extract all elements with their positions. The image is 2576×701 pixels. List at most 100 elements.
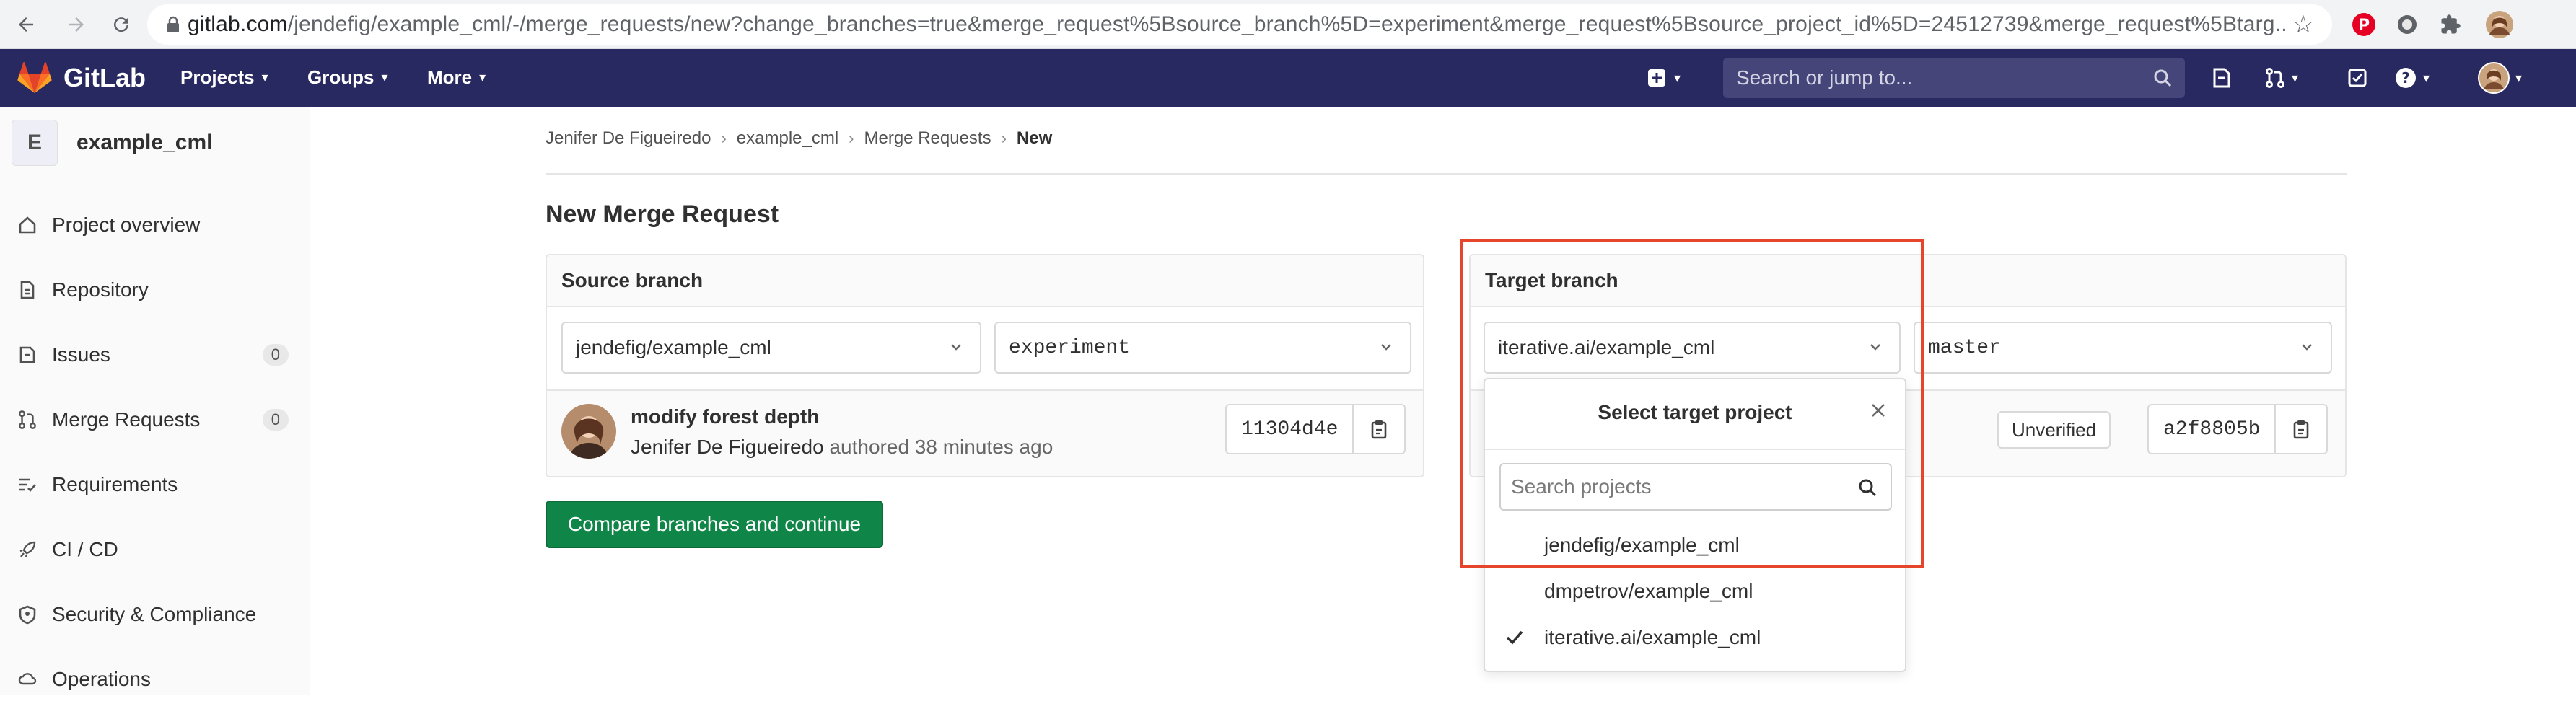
document-icon (16, 278, 39, 301)
help-menu[interactable]: ? ▾ (2394, 63, 2430, 92)
copy-sha-button[interactable] (2276, 404, 2329, 454)
sidebar-item-label: Operations (52, 668, 151, 690)
target-commit-sha: a2f8805b (2147, 404, 2329, 454)
commit-author-avatar[interactable] (561, 404, 616, 459)
source-project-dropdown[interactable]: jendefig/example_cml (561, 322, 981, 374)
chevron-down-icon (951, 344, 961, 350)
merge-requests-count-badge: 0 (262, 409, 289, 431)
sidebar-item-label: Requirements (52, 473, 178, 495)
commit-sha-label[interactable]: a2f8805b (2147, 404, 2277, 454)
sidebar-item-ci-cd[interactable]: CI / CD (0, 528, 310, 571)
copy-sha-button[interactable] (1354, 404, 1406, 454)
chevron-right-icon: › (721, 129, 727, 147)
gitlab-logo-icon (17, 62, 52, 93)
chevron-down-icon: ▾ (1674, 70, 1681, 85)
project-name: example_cml (76, 131, 213, 154)
cloud-gear-icon (16, 668, 39, 691)
source-branch-panel: Source branch jendefig/example_cml exper… (546, 254, 1424, 477)
search-input[interactable]: Search or jump to... (1736, 66, 2153, 89)
sidebar-item-issues[interactable]: Issues 0 (0, 333, 310, 376)
todo-icon[interactable] (2347, 63, 2368, 92)
breadcrumb-current[interactable]: New (1017, 128, 1052, 149)
forward-icon[interactable] (59, 7, 94, 42)
header-divider (546, 173, 2347, 175)
plus-square-icon (1648, 69, 1665, 87)
breadcrumb-user[interactable]: Jenifer De Figueiredo (546, 128, 711, 149)
user-menu[interactable]: ▾ (2478, 62, 2522, 94)
global-search[interactable]: Search or jump to... (1723, 58, 2185, 98)
search-icon (2154, 69, 2172, 87)
sidebar-item-operations[interactable]: Operations (0, 658, 310, 701)
project-sidebar: E example_cml Project overview Repositor… (0, 107, 310, 695)
sidebar-item-label: Security & Compliance (52, 603, 257, 625)
sidebar-item-label: Repository (52, 278, 149, 301)
chevron-down-icon: ▾ (479, 70, 486, 84)
lock-icon (159, 16, 188, 33)
issues-count-badge: 0 (262, 344, 289, 366)
gitlab-header: GitLab Projects ▾ Groups ▾ More ▾ ▾ Search … (0, 49, 2576, 107)
issues-icon[interactable] (2211, 63, 2233, 92)
new-item-menu[interactable]: ▾ (1647, 63, 1681, 92)
groups-menu[interactable]: Groups ▾ (307, 66, 388, 89)
page-title: New Merge Request (546, 200, 779, 228)
issues-icon (16, 343, 39, 366)
source-branch-dropdown[interactable]: experiment (994, 322, 1411, 374)
svg-text:P: P (2358, 17, 2370, 35)
chevron-down-icon (1381, 344, 1391, 350)
browser-profile-avatar[interactable] (2484, 9, 2515, 40)
sidebar-item-repository[interactable]: Repository (0, 268, 310, 312)
checkmark-icon (1506, 630, 1523, 645)
address-bar[interactable]: gitlab.com/jendefig/example_cml/-/merge_… (147, 4, 2332, 45)
sidebar-item-project-overview[interactable]: Project overview (0, 203, 310, 247)
pinterest-icon[interactable]: P (2348, 9, 2380, 40)
breadcrumb-merge-requests[interactable]: Merge Requests (864, 128, 991, 149)
merge-request-icon (16, 408, 39, 431)
svg-text:?: ? (2401, 69, 2410, 87)
sidebar-item-label: Project overview (52, 213, 201, 236)
rocket-icon (16, 538, 39, 561)
sidebar-item-label: CI / CD (52, 538, 118, 560)
bookmark-star-icon[interactable]: ☆ (2289, 10, 2318, 39)
commit-sha-label[interactable]: 11304d4e (1225, 404, 1354, 454)
clipboard-icon (1372, 420, 1387, 439)
compare-branches-button[interactable]: Compare branches and continue (546, 501, 883, 548)
sidebar-item-requirements[interactable]: Requirements (0, 463, 310, 506)
extensions-puzzle-icon[interactable] (2435, 9, 2466, 40)
merge-request-icon (2266, 68, 2284, 88)
more-menu[interactable]: More ▾ (427, 66, 486, 89)
chevron-down-icon: ▾ (261, 70, 268, 84)
requirements-icon (16, 473, 39, 496)
signature-status-badge[interactable]: Unverified (1997, 411, 2111, 449)
shield-icon (16, 603, 39, 626)
back-icon[interactable] (9, 7, 43, 42)
highlight-annotation-box (1460, 239, 1924, 568)
merge-request-menu[interactable]: ▾ (2264, 63, 2298, 92)
source-commit-sha: 11304d4e (1225, 404, 1406, 454)
dropdown-option-dmpetrov[interactable]: dmpetrov/example_cml (1485, 568, 1905, 614)
url-text: gitlab.com/jendefig/example_cml/-/merge_… (188, 12, 2289, 36)
sidebar-item-merge-requests[interactable]: Merge Requests 0 (0, 398, 310, 441)
reload-icon[interactable] (104, 7, 139, 42)
home-icon (16, 213, 39, 237)
commit-author[interactable]: Jenifer De Figueiredo (631, 436, 824, 458)
help-icon: ? (2396, 68, 2416, 88)
gitlab-home-link[interactable]: GitLab (17, 62, 146, 94)
chevron-down-icon: ▾ (381, 70, 388, 84)
sidebar-item-label: Issues (52, 343, 110, 366)
project-avatar: E (12, 120, 58, 166)
project-link[interactable]: E example_cml (12, 120, 212, 166)
sidebar-item-security-compliance[interactable]: Security & Compliance (0, 593, 310, 636)
target-branch-dropdown[interactable]: master (1914, 322, 2332, 374)
user-avatar (2478, 62, 2510, 94)
source-branch-heading: Source branch (547, 255, 1423, 307)
extension-circle-icon[interactable] (2391, 9, 2423, 40)
commit-meta: Jenifer De Figueiredo authored 38 minute… (631, 436, 1053, 458)
browser-toolbar: gitlab.com/jendefig/example_cml/-/merge_… (0, 0, 2576, 49)
chevron-down-icon (2302, 344, 2312, 350)
projects-menu[interactable]: Projects ▾ (180, 66, 268, 89)
sidebar-item-label: Merge Requests (52, 408, 201, 431)
chevron-right-icon: › (849, 129, 854, 147)
commit-title[interactable]: modify forest depth (631, 405, 819, 428)
breadcrumb-project[interactable]: example_cml (737, 128, 838, 149)
dropdown-option-iterative[interactable]: iterative.ai/example_cml (1485, 614, 1905, 661)
